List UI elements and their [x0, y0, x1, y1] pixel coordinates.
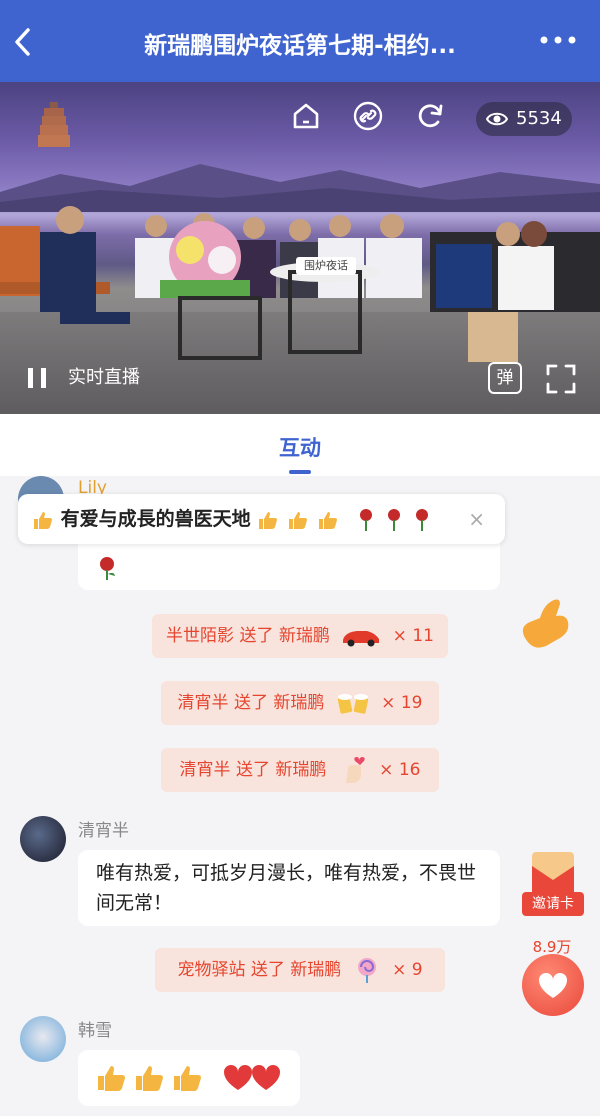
gift-text: 清宵半 送了 新瑞鹏	[179, 760, 327, 780]
gift-notice: 宠物驿站 送了 新瑞鹏 × 9	[155, 948, 445, 992]
lollipop-icon	[357, 958, 376, 983]
gift-count: × 11	[392, 626, 434, 646]
rose-icon	[359, 508, 428, 531]
table-sign: 围炉夜话	[296, 257, 356, 275]
chat-feed[interactable]: Lily 有爱与成長的兽医天地 × 半世陌影 送了 新瑞鹏 × 11 清宵半 送…	[0, 476, 600, 1116]
comment-toast: 有爱与成長的兽医天地 ×	[18, 494, 505, 544]
fullscreen-icon[interactable]	[546, 364, 576, 394]
link-icon[interactable]	[352, 100, 384, 132]
envelope-icon	[532, 852, 574, 892]
rose-icon	[100, 557, 115, 580]
chevron-left-icon[interactable]	[12, 26, 34, 58]
username: 清宵半	[78, 821, 129, 841]
gift-count: × 9	[392, 960, 423, 980]
thumbs-up-icon	[34, 511, 52, 529]
gift-count: × 19	[381, 693, 423, 713]
tab-bar: 互动	[0, 414, 600, 476]
refresh-icon[interactable]	[414, 100, 446, 132]
message-bubble: 唯有热爱，可抵岁月漫长，唯有热爱，不畏世间无常！	[78, 850, 500, 926]
top-bar: 新瑞鹏围炉夜话第七期-相约...	[0, 0, 600, 82]
live-status-label: 实时直播	[68, 367, 140, 388]
tab-interaction[interactable]: 互动	[0, 432, 600, 462]
thumbs-up-icon	[98, 1065, 280, 1091]
eye-icon	[486, 112, 508, 126]
heart-icon	[539, 973, 567, 998]
live-video-player[interactable]: 围炉夜话 5534 实时直播 弹	[0, 82, 600, 414]
home-icon[interactable]	[290, 100, 322, 132]
view-count: 5534	[516, 108, 562, 129]
gift-text: 清宵半 送了 新瑞鹏	[177, 693, 325, 713]
avatar[interactable]	[20, 1016, 66, 1062]
username: 韩雪	[78, 1021, 112, 1041]
sports-car-icon	[343, 631, 380, 647]
page-title: 新瑞鹏围炉夜话第七期-相约...	[144, 33, 456, 59]
active-tab-indicator	[289, 470, 311, 474]
like-button[interactable]	[522, 954, 584, 1016]
ellipsis-icon[interactable]	[538, 30, 578, 50]
toast-close-button[interactable]: ×	[468, 494, 485, 544]
avatar[interactable]	[20, 816, 66, 862]
toast-text: 有爱与成長的兽医天地	[60, 508, 251, 530]
invite-card-button[interactable]: 邀请卡	[522, 848, 584, 922]
thumbs-up-icon	[259, 511, 338, 529]
gift-notice: 清宵半 送了 新瑞鹏 × 19	[161, 681, 439, 725]
message-bubble	[78, 1050, 300, 1106]
gift-notice: 清宵半 送了 新瑞鹏 × 16	[161, 748, 439, 792]
invite-card-label: 邀请卡	[522, 892, 584, 916]
pause-icon[interactable]	[24, 366, 50, 390]
gift-text: 宠物驿站 送了 新瑞鹏	[177, 960, 342, 980]
finger-heart-icon	[345, 757, 365, 783]
gift-notice: 半世陌影 送了 新瑞鹏 × 11	[152, 614, 448, 658]
pagoda-silhouette	[38, 102, 70, 147]
cheers-beer-icon	[337, 694, 368, 714]
view-count-badge: 5534	[476, 102, 572, 136]
gift-count: × 16	[379, 760, 421, 780]
gift-text: 半世陌影 送了 新瑞鹏	[166, 626, 330, 646]
call-me-hand-icon[interactable]	[516, 596, 578, 658]
danmu-toggle-button[interactable]: 弹	[488, 362, 522, 394]
